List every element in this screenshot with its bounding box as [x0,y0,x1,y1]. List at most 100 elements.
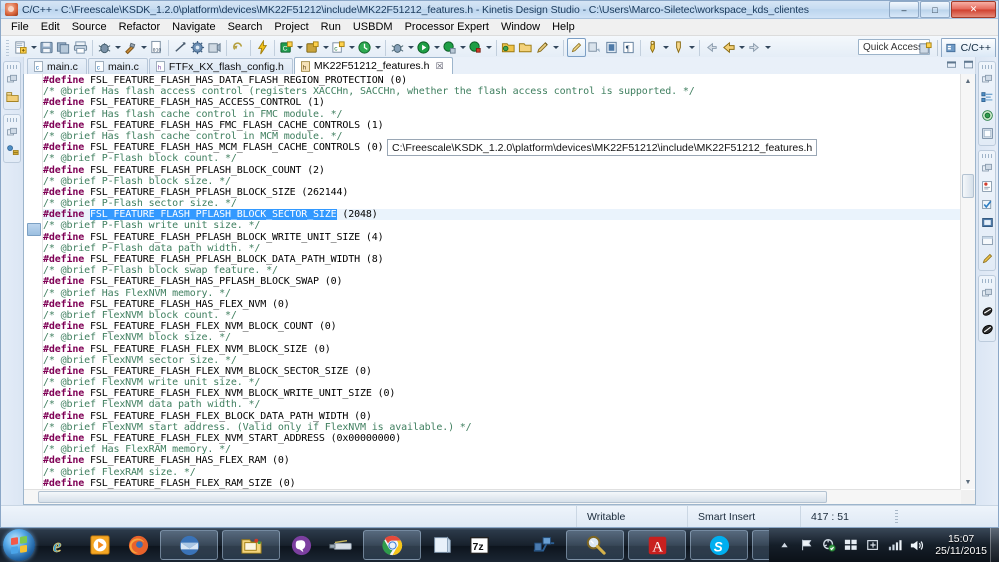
code-line[interactable]: /* @brief FlexRAM size. */ [43,467,961,478]
right-group-1-grip[interactable] [982,65,992,69]
print-icon[interactable] [72,39,89,56]
outline-view-icon[interactable] [979,89,995,105]
code-line[interactable]: /* @brief FlexNVM block count. */ [43,310,961,321]
menu-window[interactable]: Window [495,20,546,34]
disassembly-view-icon[interactable] [979,303,995,319]
show-hidden-icons-button[interactable] [777,538,792,553]
editor-gutter[interactable] [24,74,43,489]
code-line[interactable]: /* @brief P-Flash data path width. */ [43,243,961,254]
code-line[interactable]: #define FSL_FEATURE_FLASH_HAS_FLEX_NVM (… [43,299,961,310]
right-group-2-grip[interactable] [982,154,992,158]
components-view-icon[interactable] [4,142,20,158]
bookmark-pin-icon[interactable] [670,39,687,56]
code-line[interactable]: /* @brief FlexNVM block size. */ [43,332,961,343]
close-icon[interactable]: ☒ [435,61,443,72]
external-tools-icon[interactable] [467,39,484,56]
perspective-cpp-button[interactable]: C/C++ [940,38,996,58]
safely-remove-icon[interactable] [865,538,880,553]
new-class-dropdown-icon[interactable] [347,40,356,56]
status-bar-grip[interactable] [895,510,898,523]
taskbar-usb-drive[interactable] [323,531,359,559]
debug-bug-icon[interactable] [389,39,406,56]
toolbar-grip[interactable] [6,39,9,56]
code-line[interactable]: /* @brief Has flash cache control in FMC… [43,109,961,120]
profile-dropdown-icon[interactable] [458,40,467,56]
show-desktop-button[interactable] [990,528,999,562]
menu-usbdm[interactable]: USBDM [347,20,399,34]
open-folder-icon[interactable] [517,39,534,56]
minimize-button[interactable]: – [889,1,919,18]
code-line[interactable]: #define FSL_FEATURE_FLASH_FLEX_NVM_BLOCK… [43,321,961,332]
pilcrow-icon[interactable]: ¶ [620,39,637,56]
profile-icon[interactable] [441,39,458,56]
menu-search[interactable]: Search [222,20,269,34]
toggle-mark-occurrences-icon[interactable] [586,39,603,56]
right-group-3-grip[interactable] [982,279,992,283]
editor-vertical-scrollbar[interactable]: ▲ ▼ [960,74,975,489]
restore-view-icon[interactable] [4,71,20,87]
external-tools-dropdown-icon[interactable] [484,40,493,56]
scroll-up-icon[interactable]: ▲ [961,74,975,88]
code-line[interactable]: /* @brief Has FlexNVM memory. */ [43,288,961,299]
build-dropdown-icon[interactable] [139,40,148,56]
forward-arrow-icon[interactable] [746,39,763,56]
code-line[interactable]: /* @brief FlexNVM sector size. */ [43,355,961,366]
code-line[interactable]: /* @brief P-Flash write unit size. */ [43,220,961,231]
editor-tab-main-c-1[interactable]: c main.c [27,58,87,74]
back-arrow-icon[interactable] [703,39,720,56]
modules-view-icon[interactable] [979,321,995,337]
menu-project[interactable]: Project [268,20,314,34]
pencil-edit-icon[interactable] [534,39,551,56]
target-view-icon[interactable] [979,107,995,123]
horizontal-scroll-thumb[interactable] [38,491,828,503]
taskbar-explorer[interactable] [222,530,280,560]
new-file-dropdown-icon[interactable] [29,40,38,56]
code-line[interactable]: #define FSL_FEATURE_FLASH_PFLASH_BLOCK_S… [43,187,961,198]
scroll-down-icon[interactable]: ▼ [961,475,975,489]
code-line[interactable]: /* @brief FlexNVM data path width. */ [43,399,961,410]
taskbar-clock[interactable]: 15:07 25/11/2015 [931,533,993,557]
code-line[interactable]: /* @brief FlexNVM start address. (Valid … [43,422,961,433]
editor-horizontal-scrollbar[interactable] [24,489,961,504]
menu-file[interactable]: File [5,20,35,34]
left-group-1-grip[interactable] [7,65,17,69]
debug-dropdown-icon[interactable] [113,40,122,56]
taskbar-firefox[interactable] [121,531,156,559]
code-line[interactable]: #define FSL_FEATURE_FLASH_PFLASH_BLOCK_C… [43,165,961,176]
tasks-view-icon[interactable] [979,196,995,212]
settings-gear-icon[interactable] [189,39,206,56]
new-cpp-project-icon[interactable] [304,39,321,56]
taskbar-internet-explorer[interactable]: e [44,531,79,559]
menu-help[interactable]: Help [546,20,581,34]
save-all-icon[interactable] [55,39,72,56]
memory-view-icon[interactable] [979,232,995,248]
build-hammer-icon[interactable] [122,39,139,56]
maximize-editor-icon[interactable] [962,59,974,73]
debug-bug-dropdown-icon[interactable] [406,40,415,56]
restore-right-view-3-icon[interactable] [979,285,995,301]
taskbar-magnifier[interactable] [566,530,624,560]
new-c-project-icon[interactable]: C [278,39,295,56]
restore-right-view-2-icon[interactable] [979,160,995,176]
insert-anchor-dropdown-icon[interactable] [661,40,670,56]
minimize-editor-icon[interactable] [945,59,957,73]
network-sync-icon[interactable] [821,538,836,553]
title-bar[interactable]: C/C++ - C:\Freescale\KSDK_1.2.0\platform… [1,1,998,19]
code-line[interactable]: #define FSL_FEATURE_FLASH_FLEX_NVM_START… [43,433,961,444]
code-line[interactable]: #define FSL_FEATURE_FLASH_FLEX_RAM_SIZE … [43,478,961,489]
problems-view-icon[interactable] [979,178,995,194]
editor-tab-main-c-2[interactable]: c main.c [87,58,148,74]
close-button[interactable]: ✕ [951,1,996,18]
code-line[interactable]: #define FSL_FEATURE_FLASH_PFLASH_BLOCK_D… [43,254,961,265]
code-line[interactable]: /* @brief Has FlexRAM memory. */ [43,444,961,455]
new-file-icon[interactable] [12,39,29,56]
code-line[interactable]: #define FSL_FEATURE_FLASH_PFLASH_BLOCK_W… [43,232,961,243]
code-line[interactable]: #define FSL_FEATURE_FLASH_FLEX_NVM_BLOCK… [43,388,961,399]
vertical-scroll-thumb[interactable] [962,174,974,198]
insert-anchor-icon[interactable] [644,39,661,56]
taskbar-thunderbird[interactable] [160,530,218,560]
taskbar-skype[interactable]: S [690,530,748,560]
taskbar-notepad[interactable] [425,531,459,559]
menu-processor-expert[interactable]: Processor Expert [399,20,495,34]
menu-refactor[interactable]: Refactor [113,20,167,34]
